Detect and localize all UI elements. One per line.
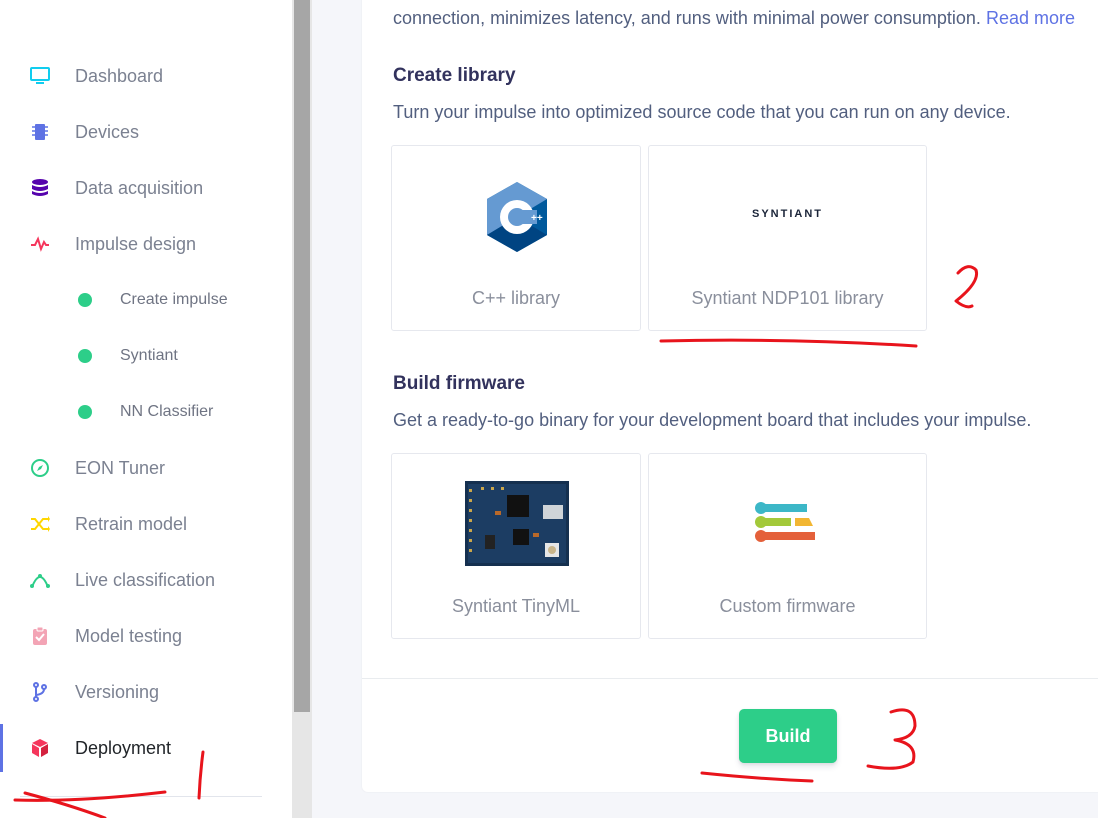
cpp-logo-icon: ++	[484, 180, 550, 254]
sidebar-item-impulse-design[interactable]: Impulse design	[0, 224, 292, 264]
sidebar-item-eon-tuner[interactable]: EON Tuner	[0, 448, 292, 488]
intro-sentence: connection, minimizes latency, and runs …	[393, 8, 981, 28]
cpp-library-option[interactable]: ++ C++ library	[391, 145, 641, 331]
sidebar-item-syntiant[interactable]: Syntiant	[0, 336, 292, 376]
sidebar-item-data-acquisition[interactable]: Data acquisition	[0, 168, 292, 208]
sidebar-item-label: Model testing	[75, 625, 183, 646]
build-button[interactable]: Build	[739, 709, 837, 763]
sidebar-item-label: Data acquisition	[75, 177, 204, 198]
build-firmware-title: Build firmware	[393, 373, 525, 394]
option-label: Syntiant NDP101 library	[691, 288, 884, 308]
cube-icon	[28, 736, 52, 760]
syntiant-ndp101-library-option[interactable]: SYNTIANT Syntiant NDP101 library	[648, 145, 927, 331]
sidebar-item-label: NN Classifier	[120, 403, 214, 420]
sidebar-item-label: Deployment	[75, 737, 172, 758]
sidebar-item-label: Syntiant	[120, 347, 178, 364]
create-library-title: Create library	[393, 65, 516, 86]
tinyml-board-icon	[465, 481, 569, 566]
pulse-icon	[28, 232, 52, 256]
custom-firmware-option[interactable]: Custom firmware	[648, 453, 927, 639]
sidebar-item-model-testing[interactable]: Model testing	[0, 616, 292, 656]
sidebar-item-label: EON Tuner	[75, 457, 166, 478]
sidebar-item-create-impulse[interactable]: Create impulse	[0, 280, 292, 320]
svg-text:++: ++	[531, 213, 543, 224]
sidebar-item-label: Create impulse	[120, 291, 228, 308]
sidebar: Dashboard Devices Data acquisition Impul…	[0, 0, 292, 818]
sidebar-item-live-classification[interactable]: Live classification	[0, 560, 292, 600]
build-firmware-description: Get a ready-to-go binary for your develo…	[393, 410, 1032, 430]
clipboard-check-icon	[28, 624, 52, 648]
chip-icon	[28, 120, 52, 144]
option-label: Custom firmware	[719, 596, 856, 616]
syntiant-logo: SYNTIANT	[752, 208, 823, 220]
sidebar-item-devices[interactable]: Devices	[0, 112, 292, 152]
sidebar-scrollbar-thumb[interactable]	[294, 0, 310, 712]
syntiant-tinyml-option[interactable]: Syntiant TinyML	[391, 453, 641, 639]
sidebar-item-label: Impulse design	[75, 233, 197, 254]
create-library-description: Turn your impulse into optimized source …	[393, 102, 1011, 122]
sidebar-item-dashboard[interactable]: Dashboard	[0, 56, 292, 96]
sidebar-item-nn-classifier[interactable]: NN Classifier	[0, 392, 292, 432]
status-dot-icon	[78, 349, 92, 363]
content-gutter	[312, 0, 362, 818]
active-indicator	[0, 724, 3, 772]
sidebar-item-versioning[interactable]: Versioning	[0, 672, 292, 712]
intro-text: connection, minimizes latency, and runs …	[393, 8, 1075, 29]
option-label: C++ library	[471, 288, 561, 308]
sidebar-divider	[20, 796, 262, 797]
sidebar-item-label: Dashboard	[75, 65, 164, 86]
shuffle-icon	[28, 512, 52, 536]
sidebar-item-retrain-model[interactable]: Retrain model	[0, 504, 292, 544]
branch-icon	[28, 680, 52, 704]
database-icon	[28, 176, 52, 200]
footer-divider	[362, 678, 1098, 679]
option-label: Syntiant TinyML	[451, 596, 581, 616]
curve-icon	[28, 568, 52, 592]
read-more-link[interactable]: Read more	[986, 8, 1075, 28]
status-dot-icon	[78, 405, 92, 419]
custom-firmware-logo-icon	[755, 500, 821, 546]
compass-icon	[28, 456, 52, 480]
sidebar-item-label: Devices	[75, 121, 140, 142]
status-dot-icon	[78, 293, 92, 307]
sidebar-item-label: Live classification	[75, 569, 216, 590]
sidebar-item-label: Retrain model	[75, 513, 188, 534]
sidebar-item-deployment[interactable]: Deployment	[0, 724, 292, 772]
monitor-icon	[28, 64, 52, 88]
sidebar-item-label: Versioning	[75, 681, 160, 702]
